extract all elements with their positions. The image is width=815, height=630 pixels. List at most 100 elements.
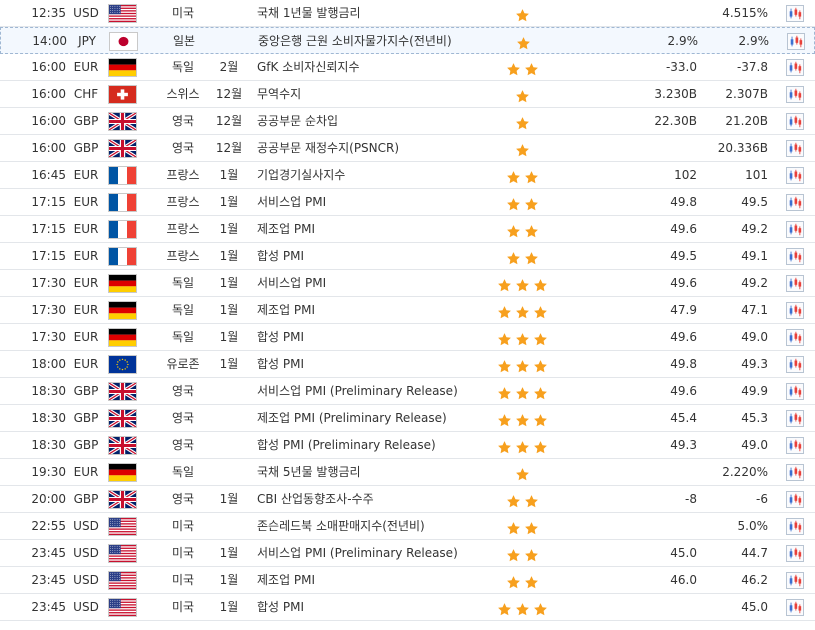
table-row[interactable]: 18:00 EUR 유로존 1월 합성 PMI 49.8 49.3: [0, 351, 815, 378]
chart-button-cell[interactable]: [784, 0, 808, 26]
chart-button-cell[interactable]: [784, 270, 808, 296]
candlestick-chart-icon[interactable]: [786, 5, 804, 22]
candlestick-chart-icon[interactable]: [786, 248, 804, 265]
event-name-link[interactable]: 서비스업 PMI (Preliminary Release): [257, 378, 492, 404]
event-name-link[interactable]: 제조업 PMI (Preliminary Release): [257, 405, 492, 431]
candlestick-chart-icon[interactable]: [786, 491, 804, 508]
event-name-link[interactable]: 국채 1년물 발행금리: [257, 0, 492, 26]
candlestick-chart-icon[interactable]: [786, 302, 804, 319]
table-row[interactable]: 17:15 EUR 프랑스 1월 제조업 PMI 49.6 49.2: [0, 216, 815, 243]
event-name-link[interactable]: 국채 5년물 발행금리: [257, 459, 492, 485]
currency-code: EUR: [73, 303, 99, 317]
event-name-link[interactable]: 제조업 PMI: [257, 297, 492, 323]
chart-button-cell[interactable]: [784, 108, 808, 134]
chart-button-cell[interactable]: [784, 324, 808, 350]
candlestick-chart-icon[interactable]: [786, 194, 804, 211]
candlestick-chart-icon[interactable]: [786, 410, 804, 427]
event-name-link[interactable]: 중앙은행 근원 소비자물가지수(전년비): [258, 28, 493, 54]
chart-button-cell[interactable]: [785, 28, 809, 54]
chart-button-cell[interactable]: [784, 405, 808, 431]
chart-button-cell[interactable]: [784, 594, 808, 620]
event-name-link[interactable]: 합성 PMI: [257, 351, 492, 377]
candlestick-chart-icon[interactable]: [786, 464, 804, 481]
chart-button-cell[interactable]: [784, 567, 808, 593]
table-row[interactable]: 12:35 USD 미국 국채 1년물 발행금리 4.515%: [0, 0, 815, 27]
importance-stars: [492, 513, 552, 539]
table-row[interactable]: 18:30 GBP 영국 합성 PMI (Preliminary Release) 49…: [0, 432, 815, 459]
chart-button-cell[interactable]: [784, 486, 808, 512]
flag-fr-icon: [108, 247, 137, 266]
candlestick-chart-icon[interactable]: [786, 437, 804, 454]
flag-eu-icon: [108, 355, 137, 374]
chart-button-cell[interactable]: [784, 513, 808, 539]
table-row[interactable]: 16:00 EUR 독일 2월 GfK 소비자신뢰지수 -33.0 -37.8: [0, 54, 815, 81]
table-row[interactable]: 14:00 JPY 일본 중앙은행 근원 소비자물가지수(전년비) 2.9% 2.9%: [0, 27, 815, 54]
candlestick-chart-icon[interactable]: [786, 221, 804, 238]
table-row[interactable]: 16:45 EUR 프랑스 1월 기업경기실사지수 102 101: [0, 162, 815, 189]
chart-button-cell[interactable]: [784, 540, 808, 566]
table-row[interactable]: 17:15 EUR 프랑스 1월 서비스업 PMI 49.8 49.5: [0, 189, 815, 216]
table-row[interactable]: 18:30 GBP 영국 서비스업 PMI (Preliminary Release)…: [0, 378, 815, 405]
event-name-link[interactable]: 서비스업 PMI (Preliminary Release): [257, 540, 492, 566]
chart-button-cell[interactable]: [784, 216, 808, 242]
table-row[interactable]: 17:30 EUR 독일 1월 제조업 PMI 47.9 47.1: [0, 297, 815, 324]
table-row[interactable]: 16:00 GBP 영국 12월 공공부문 순차입 22.30B 21.20B: [0, 108, 815, 135]
chart-button-cell[interactable]: [784, 189, 808, 215]
chart-button-cell[interactable]: [784, 351, 808, 377]
table-row[interactable]: 17:30 EUR 독일 1월 서비스업 PMI 49.6 49.2: [0, 270, 815, 297]
candlestick-chart-icon[interactable]: [786, 113, 804, 130]
event-name-link[interactable]: 무역수지: [257, 81, 492, 107]
event-name-link[interactable]: 합성 PMI: [257, 324, 492, 350]
actual-value: 3.230B: [654, 87, 697, 101]
candlestick-chart-icon[interactable]: [786, 572, 804, 589]
candlestick-chart-icon[interactable]: [786, 275, 804, 292]
event-name-link[interactable]: 합성 PMI: [257, 594, 492, 620]
candlestick-chart-icon[interactable]: [786, 599, 804, 616]
chart-button-cell[interactable]: [784, 432, 808, 458]
candlestick-chart-icon[interactable]: [786, 167, 804, 184]
event-name-link[interactable]: 합성 PMI: [257, 243, 492, 269]
chart-button-cell[interactable]: [784, 81, 808, 107]
table-row[interactable]: 19:30 EUR 독일 국채 5년물 발행금리 2.220%: [0, 459, 815, 486]
candlestick-chart-icon[interactable]: [786, 329, 804, 346]
candlestick-chart-icon[interactable]: [786, 356, 804, 373]
table-row[interactable]: 16:00 GBP 영국 12월 공공부문 재정수지(PSNCR) 20.336B: [0, 135, 815, 162]
chart-button-cell[interactable]: [784, 378, 808, 404]
table-row[interactable]: 23:45 USD 미국 1월 서비스업 PMI (Preliminary Releas…: [0, 540, 815, 567]
candlestick-chart-icon[interactable]: [787, 33, 805, 50]
chart-button-cell[interactable]: [784, 297, 808, 323]
event-name-link[interactable]: 제조업 PMI: [257, 567, 492, 593]
candlestick-chart-icon[interactable]: [786, 140, 804, 157]
chart-button-cell[interactable]: [784, 243, 808, 269]
table-row[interactable]: 22:55 USD 미국 존슨레드북 소매판매지수(전년비) 5.0%: [0, 513, 815, 540]
table-row[interactable]: 23:45 USD 미국 1월 합성 PMI 45.0: [0, 594, 815, 621]
event-name-link[interactable]: 서비스업 PMI: [257, 189, 492, 215]
event-name-link[interactable]: GfK 소비자신뢰지수: [257, 54, 492, 80]
event-name-link[interactable]: 제조업 PMI: [257, 216, 492, 242]
star-icon: [497, 600, 512, 616]
event-name-link[interactable]: CBI 산업동향조사-수주: [257, 486, 492, 512]
country-name: 미국: [171, 600, 195, 614]
table-row[interactable]: 17:15 EUR 프랑스 1월 합성 PMI 49.5 49.1: [0, 243, 815, 270]
candlestick-chart-icon[interactable]: [786, 545, 804, 562]
candlestick-chart-icon[interactable]: [786, 518, 804, 535]
table-row[interactable]: 20:00 GBP 영국 1월 CBI 산업동향조사-수주 -8 -6: [0, 486, 815, 513]
candlestick-chart-icon[interactable]: [786, 383, 804, 400]
event-name-link[interactable]: 공공부문 순차입: [257, 108, 492, 134]
chart-button-cell[interactable]: [784, 459, 808, 485]
chart-button-cell[interactable]: [784, 162, 808, 188]
event-name-link[interactable]: 기업경기실사지수: [257, 162, 492, 188]
event-name-link[interactable]: 합성 PMI (Preliminary Release): [257, 432, 492, 458]
chart-button-cell[interactable]: [784, 135, 808, 161]
event-name-link[interactable]: 존슨레드북 소매판매지수(전년비): [257, 513, 492, 539]
candlestick-chart-icon[interactable]: [786, 59, 804, 76]
table-row[interactable]: 17:30 EUR 독일 1월 합성 PMI 49.6 49.0: [0, 324, 815, 351]
candlestick-chart-icon[interactable]: [786, 86, 804, 103]
table-row[interactable]: 16:00 CHF 스위스 12월 무역수지 3.230B 2.307B: [0, 81, 815, 108]
event-name-link[interactable]: 공공부문 재정수지(PSNCR): [257, 135, 492, 161]
table-row[interactable]: 23:45 USD 미국 1월 제조업 PMI 46.0 46.2: [0, 567, 815, 594]
chart-button-cell[interactable]: [784, 54, 808, 80]
event-name-link[interactable]: 서비스업 PMI: [257, 270, 492, 296]
table-row[interactable]: 18:30 GBP 영국 제조업 PMI (Preliminary Release) 4…: [0, 405, 815, 432]
currency-code: USD: [73, 600, 99, 614]
